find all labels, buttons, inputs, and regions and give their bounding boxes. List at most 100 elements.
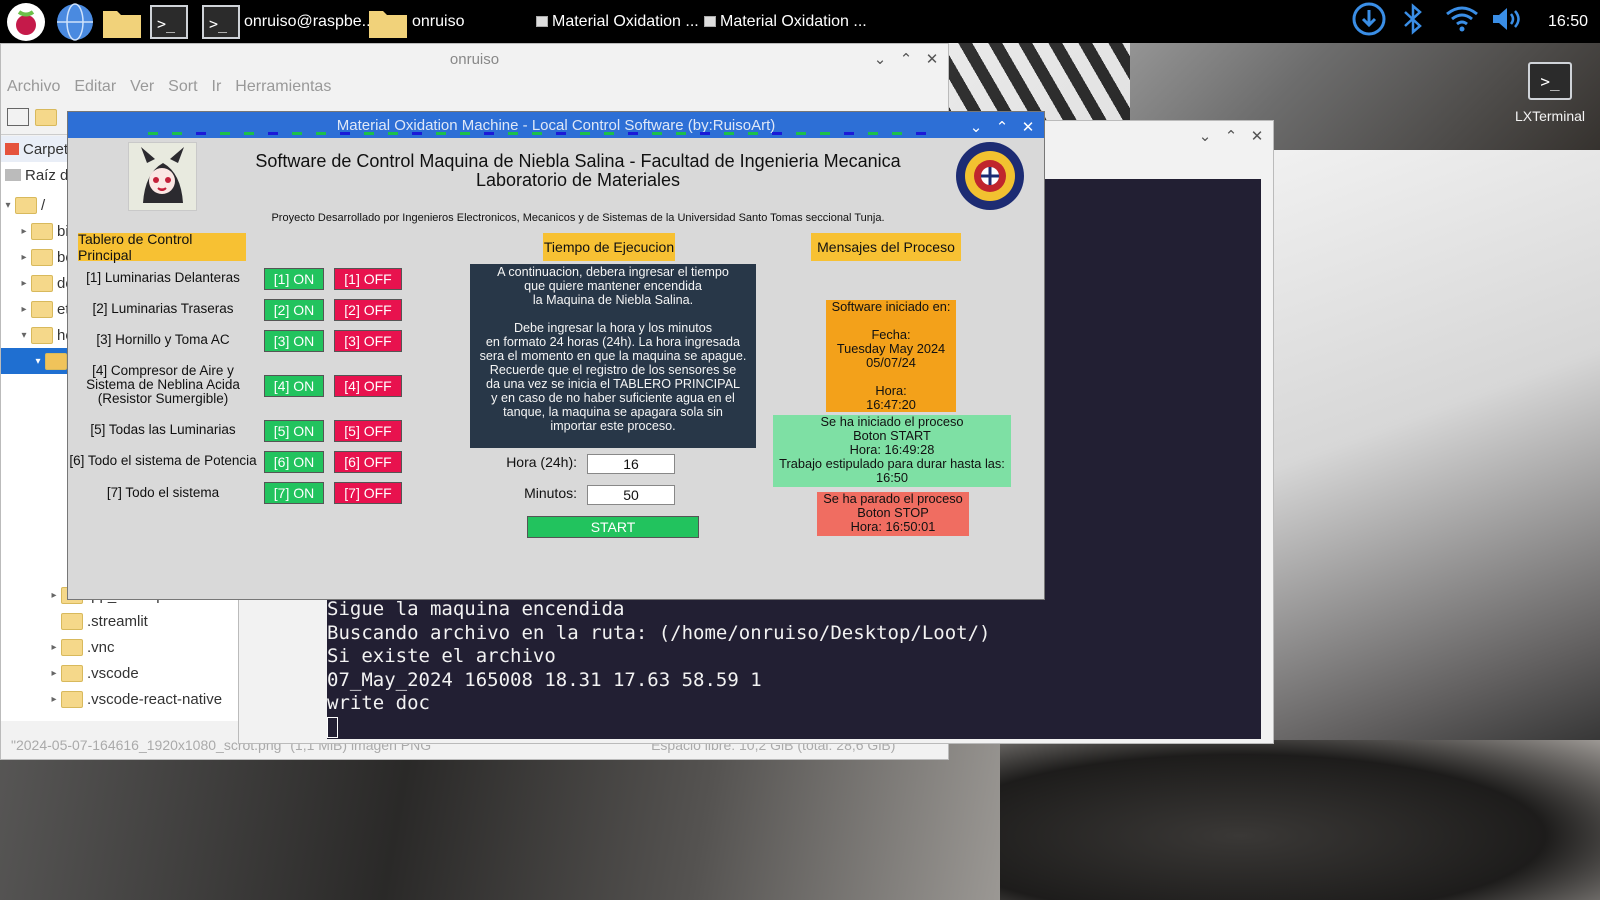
tree-item-label: .vscode [87, 664, 139, 682]
taskbar-app-terminal[interactable]: >_ onruiso@raspbe... [202, 0, 375, 43]
minimize-icon[interactable]: ⌄ [872, 51, 888, 68]
terminal-scrollbar[interactable] [1261, 179, 1269, 739]
volume-tray-button[interactable] [1488, 0, 1528, 43]
tree-item[interactable]: ▸ .vnc [1, 634, 241, 660]
bluetooth-tray-button[interactable] [1396, 0, 1430, 43]
globe-icon [56, 2, 94, 41]
drive-icon [5, 169, 21, 181]
svg-text:>_: >_ [157, 15, 176, 33]
svg-text:>_: >_ [209, 15, 228, 33]
minimize-icon[interactable]: ⌄ [968, 119, 984, 136]
title-stripe-decoration [148, 132, 968, 138]
maximize-icon[interactable]: ⌃ [994, 119, 1010, 136]
hour-label: Hora (24h): [506, 454, 577, 470]
desktop-icon-lxterminal[interactable]: >_ LXTerminal [1500, 62, 1600, 124]
tree-item[interactable]: .streamlit [1, 608, 241, 634]
todo-sistema-off-button[interactable]: [7] OFF [334, 482, 402, 504]
todas-luminarias-on-button[interactable]: [5] ON [264, 420, 324, 442]
luminarias-delanteras-off-button[interactable]: [1] OFF [334, 268, 402, 290]
close-icon[interactable]: ✕ [1249, 128, 1265, 145]
luminarias-delanteras-on-button[interactable]: [1] ON [264, 268, 324, 290]
maximize-icon[interactable]: ⌃ [1223, 128, 1239, 145]
minutes-label: Minutos: [524, 485, 577, 501]
terminal-line: Si existe el archivo [327, 645, 556, 667]
taskbar-app-label: Material Oxidation ... [552, 12, 699, 30]
tree-item-label: .vnc [87, 638, 115, 656]
menu-editar[interactable]: Editar [74, 78, 116, 96]
title-line-2: Laboratorio de Materiales [475, 170, 681, 190]
terminal-launcher[interactable]: >_ [150, 0, 188, 43]
luminarias-traseras-off-button[interactable]: [2] OFF [334, 299, 402, 321]
menu-ir[interactable]: Ir [212, 78, 222, 96]
tree-item-label: .streamlit [87, 612, 148, 630]
message-process-stopped: Se ha parado el proceso Boton STOP Hora:… [817, 492, 969, 536]
control-label-1: [1] Luminarias Delanteras [86, 270, 240, 285]
menu-sort[interactable]: Sort [168, 78, 197, 96]
folder-icon [102, 5, 142, 39]
section-execution-time: Tiempo de Ejecucion [543, 233, 675, 261]
menu-herramientas[interactable]: Herramientas [235, 78, 331, 96]
app-titlebar[interactable]: Material Oxidation Machine - Local Contr… [68, 112, 1044, 138]
wallpaper-bottom-area [0, 740, 1000, 900]
terminal-line: Buscando archivo en la ruta: (/home/onru… [327, 621, 991, 644]
terminal-line: Sigue la maquina encendida [327, 598, 625, 620]
new-window-icon[interactable] [7, 108, 29, 126]
hornillo-off-button[interactable]: [3] OFF [334, 330, 402, 352]
menu-archivo[interactable]: Archivo [7, 78, 60, 96]
taskbar-app-material-2[interactable]: Material Oxidation ... [704, 0, 867, 43]
control-label-3: [3] Hornillo y Toma AC [96, 332, 230, 347]
menu-ver[interactable]: Ver [130, 78, 154, 96]
hour-input[interactable]: 16 [587, 454, 675, 474]
download-icon [1352, 2, 1386, 41]
tree-item[interactable]: ▸ .vscode [1, 660, 241, 686]
download-tray-button[interactable] [1350, 0, 1388, 43]
window-icon [704, 16, 716, 27]
window-title: onruiso [449, 50, 500, 68]
wifi-tray-button[interactable] [1442, 0, 1482, 43]
tree-item[interactable]: ▸ .vscode-react-native [1, 686, 241, 712]
raspberry-menu-button[interactable] [6, 0, 46, 43]
todas-luminarias-off-button[interactable]: [5] OFF [334, 420, 402, 442]
page-title: Software de Control Maquina de Niebla Sa… [218, 152, 938, 190]
terminal-line: 07_May_2024 165008 18.31 17.63 58.59 1 [327, 668, 762, 691]
folder-icon [368, 5, 408, 39]
instructions-box: A continuacion, debera ingresar el tiemp… [470, 264, 756, 448]
terminal-line: write doc [327, 692, 430, 714]
maximize-icon[interactable]: ⌃ [898, 51, 914, 68]
taskbar-app-folder[interactable]: onruiso [368, 0, 464, 43]
minimize-icon[interactable]: ⌄ [1197, 128, 1213, 145]
message-software-started: Software iniciado en: Fecha: Tuesday May… [826, 300, 956, 412]
terminal-text: Sigue la maquina encendida Buscando archi… [327, 598, 990, 739]
taskbar-app-label: Material Oxidation ... [720, 12, 867, 30]
section-control-panel: Tablero de Control Principal [78, 231, 246, 263]
folder-icon[interactable] [35, 108, 57, 126]
hornillo-on-button[interactable]: [3] ON [264, 330, 324, 352]
message-process-started: Se ha iniciado el proceso Boton START Ho… [773, 415, 1011, 487]
todo-sistema-on-button[interactable]: [7] ON [264, 482, 324, 504]
start-button[interactable]: START [527, 516, 699, 538]
tree-item-label: .vscode-react-native [87, 690, 223, 708]
clock[interactable]: 16:50 [1538, 0, 1598, 43]
close-icon[interactable]: ✕ [924, 51, 940, 68]
minutes-input[interactable]: 50 [587, 485, 675, 505]
window-title: Material Oxidation Machine - Local Contr… [336, 116, 776, 134]
close-icon[interactable]: ✕ [1020, 119, 1036, 136]
mascot-image [128, 142, 197, 211]
material-oxidation-window: Material Oxidation Machine - Local Contr… [67, 111, 1045, 600]
file-manager-titlebar[interactable]: onruiso ⌄ ⌃ ✕ [1, 44, 948, 74]
sistema-potencia-on-button[interactable]: [6] ON [264, 451, 324, 473]
wallpaper-light-area [1250, 150, 1600, 750]
volume-icon [1490, 5, 1526, 38]
wifi-icon [1445, 5, 1479, 38]
project-subtitle: Proyecto Desarrollado por Ingenieros Ele… [271, 212, 885, 224]
luminarias-traseras-on-button[interactable]: [2] ON [264, 299, 324, 321]
browser-launcher[interactable] [56, 0, 94, 43]
tree-item-label: / [41, 196, 46, 214]
compresor-off-button[interactable]: [4] OFF [334, 375, 402, 397]
sistema-potencia-off-button[interactable]: [6] OFF [334, 451, 402, 473]
menu-bar: Archivo Editar Ver Sort Ir Herramientas [1, 74, 948, 100]
file-manager-launcher[interactable] [102, 0, 142, 43]
compresor-on-button[interactable]: [4] ON [264, 375, 324, 397]
taskbar-app-material-1[interactable]: Material Oxidation ... [536, 0, 699, 43]
wallpaper-dark-area [1000, 740, 1600, 900]
